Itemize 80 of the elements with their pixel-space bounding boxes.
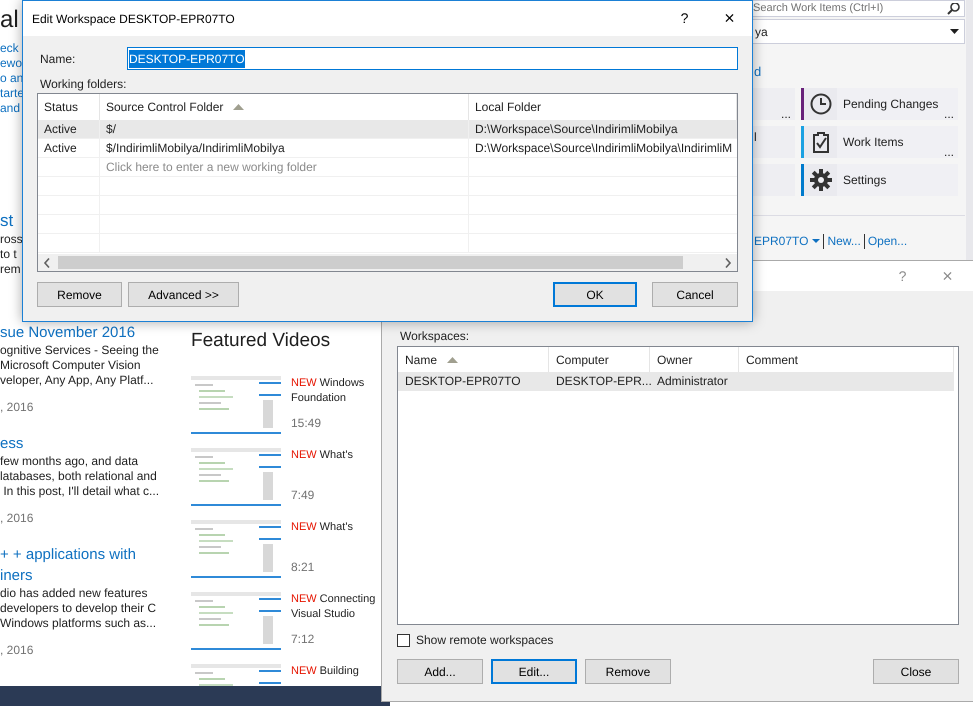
dialog-button[interactable]: Close [873,659,959,684]
news-title[interactable]: ess [0,433,160,454]
new-label: NEW [291,520,317,535]
article-summary: ross to t rem [0,232,23,277]
vertical-scrollbar[interactable] [966,0,973,262]
dialog-button[interactable]: Edit... [491,659,577,684]
video-duration: 7:49 [291,488,314,503]
help-button[interactable]: ? [662,8,707,29]
new-label: NEW [291,592,317,607]
dialog-button[interactable]: Remove [585,659,671,684]
table-cell: Administrator [657,374,728,388]
news-summary: ognitive Services - Seeing the Microsoft Computer Vision veloper, Any App, Any Platf... [0,343,160,388]
checkbox-label: Show remote workspaces [416,632,554,649]
video-title[interactable]: Visual Studio [291,607,356,622]
sort-arrow-icon [447,356,458,362]
table-cell: DESKTOP-EPR07TO [405,374,521,388]
video-title[interactable]: Building [320,664,359,679]
workspace-link[interactable]: EPR07TO [754,233,808,249]
name-field[interactable]: DESKTOP-EPR07TO [127,47,738,70]
table-cell: $/ [100,120,469,138]
table-cell-text: D:\Workspace\Source\IndirimliMobilya [474,121,679,138]
nav-tile[interactable]: Pending Changes ... [801,88,958,120]
video-duration: 7:12 [291,632,314,647]
close-button[interactable]: × [925,262,970,290]
clipboard-check-icon [812,131,830,153]
new-label: NEW [291,448,317,463]
news-title[interactable]: + + applications with iners [0,544,160,586]
horizontal-scrollbar[interactable] [38,254,737,271]
table-row[interactable]: Active $/IndirimliMobilya/IndirimliMobilya D:\Workspace\Source\IndirimliMobilya\IndirimliM [38,139,737,158]
dialog-button[interactable]: Add... [397,659,483,684]
news-summary: few months ago, and data latabases, both relational and In this post, I'll detail what c... [0,454,160,499]
table-row[interactable]: DESKTOP-EPR07TO DESKTOP-EPR... Administrator [398,372,954,391]
news-summary: dio has added new features developers to develop their C Windows platforms such as... [0,586,158,631]
table-cell: Active [38,139,100,157]
video-duration: 15:49 [291,416,322,431]
video-duration: 8:21 [291,560,314,575]
news-date: , 2016 [0,643,34,658]
article-title[interactable]: st [0,210,23,232]
intro-link[interactable]: eck [0,41,24,56]
settings-icon [810,169,832,191]
video-title[interactable]: Windows [320,376,364,391]
table-row[interactable]: Active $/ D:\Workspace\Source\IndirimliMobilya [38,120,737,139]
nav-tile[interactable]: Work Items ... [801,126,958,158]
dropdown-arrow-icon [950,29,959,34]
dialog-button[interactable]: OK [553,282,637,307]
table-cell: Active [38,120,100,138]
workspace-link[interactable]: New... [827,233,861,249]
search-icon [947,2,961,14]
sort-arrow-icon [233,104,244,110]
dialog-button[interactable]: Cancel [652,282,738,307]
section-label: Workspaces: [399,328,470,344]
table-cell: DESKTOP-EPR... [556,374,652,388]
news-title[interactable]: sue November 2016 [0,322,160,343]
dialog-button[interactable]: Advanced >> [128,282,239,307]
workspace-link[interactable]: Open... [868,233,908,249]
project-link[interactable]: d [754,63,762,80]
video-title[interactable]: Connecting [320,592,376,607]
scroll-right-icon [725,258,731,268]
page-heading: al [0,6,19,34]
table-cell: $/IndirimliMobilya/IndirimliMobilya [100,139,469,157]
field-label: Name: [39,50,76,68]
table-cell-text: D:\Workspace\Source\IndirimliMobilya\IndirimliM [474,140,734,157]
checkbox[interactable] [397,634,410,646]
clock-icon [810,93,832,115]
intro-link[interactable]: and [0,101,24,116]
intro-link[interactable]: ewo [0,56,24,71]
section-heading: Featured Videos [191,329,332,353]
dialog-button[interactable]: Remove [37,282,122,307]
section-label: Working folders: [39,76,126,92]
new-label: NEW [291,376,317,391]
news-date: , 2016 [0,511,34,526]
video-title[interactable]: What's [320,520,353,535]
dropdown-arrow-icon [812,239,820,243]
news-date: , 2016 [0,400,34,415]
nav-tile[interactable]: Settings [801,164,958,196]
scroll-left-icon [44,258,50,268]
video-title[interactable]: What's [320,448,353,463]
new-label: NEW [291,664,317,679]
window-title: Edit Workspace DESKTOP-EPR07TO [32,10,236,28]
video-title[interactable]: Foundation [291,391,346,406]
